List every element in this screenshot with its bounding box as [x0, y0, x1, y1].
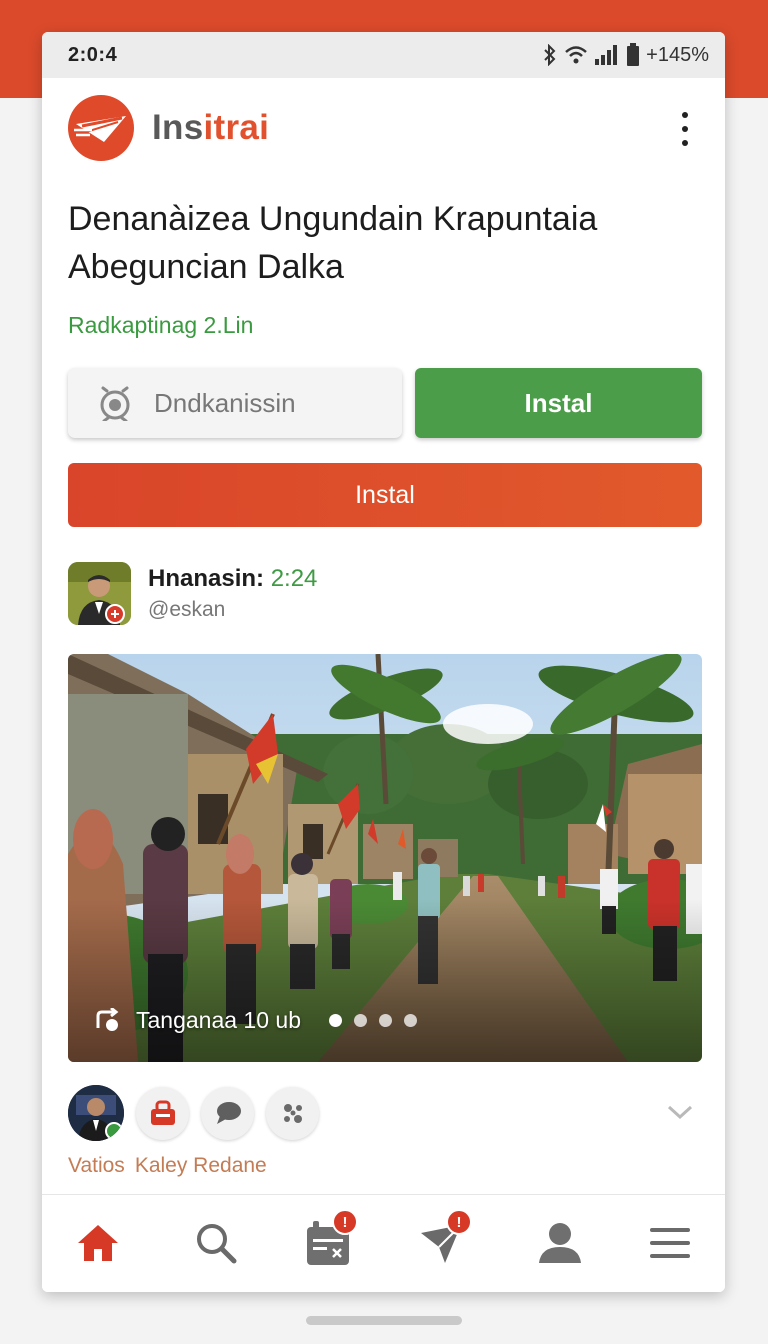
reaction-row	[68, 1085, 319, 1141]
carousel-dot-4[interactable]	[404, 1014, 417, 1027]
battery-icon	[627, 43, 640, 66]
phone-screen: 2:0:4 +145% Insitrai Denanàizea Ungundai…	[42, 32, 725, 1292]
nav-search[interactable]	[186, 1213, 246, 1273]
bluetooth-icon	[544, 44, 556, 66]
carousel-dot-1[interactable]	[329, 1014, 342, 1027]
image-caption-text: Tanganaa 10 ub	[136, 1007, 301, 1033]
status-icons: +145%	[542, 43, 709, 67]
menu-icon	[650, 1228, 690, 1258]
author-handle[interactable]: @eskan	[148, 598, 225, 622]
signal-icon	[595, 45, 618, 65]
author-avatar[interactable]	[68, 562, 131, 625]
secondary-button[interactable]: Dndkanissin	[68, 368, 402, 438]
nav-home[interactable]	[68, 1213, 128, 1273]
nav-calendar[interactable]: !	[298, 1209, 358, 1273]
send-badge: !	[446, 1209, 472, 1235]
reaction-footer-right[interactable]: Kaley Redane	[135, 1154, 267, 1177]
carousel-dot-3[interactable]	[379, 1014, 392, 1027]
app-name-part1: Ins	[152, 108, 204, 147]
status-time: 2:0:4	[68, 43, 118, 66]
bottom-nav: ! !	[42, 1194, 725, 1292]
nav-send[interactable]: !	[412, 1209, 472, 1273]
share-icon	[283, 1104, 302, 1123]
reactor-avatar[interactable]	[68, 1085, 124, 1141]
store-icon	[150, 1100, 175, 1125]
author-time: 2:24	[270, 565, 318, 592]
author-name-line: Hnanasin: 2:24	[148, 565, 317, 593]
carousel-dot-2[interactable]	[354, 1014, 367, 1027]
nav-menu[interactable]	[640, 1213, 700, 1273]
search-icon	[197, 1224, 237, 1264]
wifi-icon	[565, 46, 587, 64]
install-button[interactable]: Instal	[415, 368, 702, 438]
paper-plane-logo-icon	[74, 116, 126, 142]
image-caption: Tanganaa 10 ub	[94, 1007, 417, 1034]
kebab-menu-icon[interactable]	[675, 112, 695, 146]
chevron-down-icon[interactable]	[667, 1104, 693, 1120]
comment-icon	[216, 1102, 241, 1124]
store-reaction-button[interactable]	[136, 1086, 189, 1140]
share-reaction-button[interactable]	[266, 1086, 319, 1140]
listing-title: Denanàizea Ungundain Krapuntaia Abegunci…	[68, 200, 598, 286]
comment-reaction-button[interactable]	[201, 1086, 254, 1140]
calendar-badge: !	[332, 1209, 358, 1235]
app-name: Insitrai	[152, 108, 269, 148]
secondary-button-label: Dndkanissin	[154, 387, 296, 418]
profile-icon	[539, 1223, 581, 1263]
camera-icon	[100, 386, 130, 421]
app-logo[interactable]	[68, 95, 134, 161]
battery-percent: +145%	[646, 43, 709, 66]
home-indicator[interactable]	[306, 1316, 462, 1325]
install-full-width-button[interactable]: Instal	[68, 463, 702, 527]
reaction-footer: Vatios Kaley Redane	[68, 1154, 267, 1178]
repost-icon	[96, 1007, 119, 1031]
post-image[interactable]: Tanganaa 10 ub	[68, 654, 702, 1062]
status-bar: 2:0:4 +145%	[42, 32, 725, 78]
reaction-footer-left: Vatios	[68, 1154, 125, 1177]
listing-subtitle: Radkaptinag 2.Lin	[68, 312, 254, 338]
home-icon	[78, 1225, 118, 1261]
author-name: Hnanasin:	[148, 565, 265, 592]
app-name-part2: itrai	[203, 108, 270, 147]
carousel-dots[interactable]	[329, 1014, 417, 1027]
app-header: Insitrai	[42, 88, 725, 168]
village-scene-image	[68, 654, 702, 1062]
nav-profile[interactable]	[530, 1213, 590, 1273]
